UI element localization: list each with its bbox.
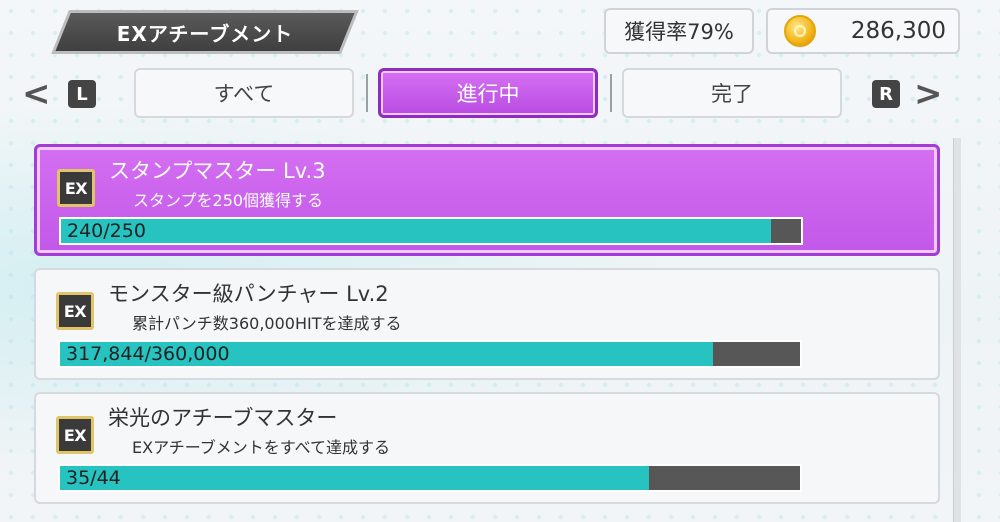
page-title: EXアチーブメント	[116, 21, 294, 46]
achievement-description: 累計パンチ数360,000HITを達成する	[132, 314, 402, 333]
achievement-description: スタンプを250個獲得する	[133, 191, 324, 210]
progress-text: 35/44	[66, 467, 121, 489]
ex-badge-icon: EX	[57, 169, 95, 207]
achievement-card[interactable]: EX 栄光のアチーブマスター EXアチーブメントをすべて達成する 35/44	[34, 392, 940, 504]
progress-bar: 240/250	[59, 217, 803, 245]
achievement-card[interactable]: EX スタンプマスター Lv.3 スタンプを250個獲得する 240/250	[34, 144, 940, 256]
scrollbar[interactable]	[953, 138, 961, 522]
achievement-description: EXアチーブメントをすべて達成する	[132, 438, 391, 457]
progress-text: 240/250	[67, 220, 146, 242]
achievement-title: モンスター級パンチャー Lv.2	[108, 282, 389, 306]
tab-divider	[366, 74, 368, 112]
achievement-card[interactable]: EX モンスター級パンチャー Lv.2 累計パンチ数360,000HITを達成す…	[34, 268, 940, 380]
progress-text: 317,844/360,000	[66, 343, 230, 365]
coin-value: 286,300	[850, 18, 946, 44]
progress-fill	[60, 466, 649, 490]
ex-badge-icon: EX	[56, 416, 94, 454]
tab-completed[interactable]: 完了	[622, 68, 842, 118]
chevron-left-icon[interactable]: <	[22, 74, 51, 114]
progress-bar: 35/44	[58, 464, 802, 492]
coin-icon	[784, 15, 816, 47]
l-key-icon[interactable]: L	[68, 80, 96, 108]
tab-in-progress[interactable]: 進行中	[378, 68, 598, 118]
r-key-icon[interactable]: R	[872, 80, 900, 108]
tab-divider	[610, 74, 612, 112]
ex-badge-icon: EX	[56, 292, 94, 330]
coin-counter: 286,300	[766, 8, 960, 54]
achievement-title: 栄光のアチーブマスター	[108, 406, 338, 430]
tab-all[interactable]: すべて	[134, 68, 354, 118]
completion-rate: 獲得率79%	[604, 8, 754, 54]
achievement-title: スタンプマスター Lv.3	[109, 159, 326, 183]
progress-fill	[61, 219, 772, 243]
progress-bar: 317,844/360,000	[58, 340, 802, 368]
chevron-right-icon[interactable]: >	[914, 74, 943, 114]
